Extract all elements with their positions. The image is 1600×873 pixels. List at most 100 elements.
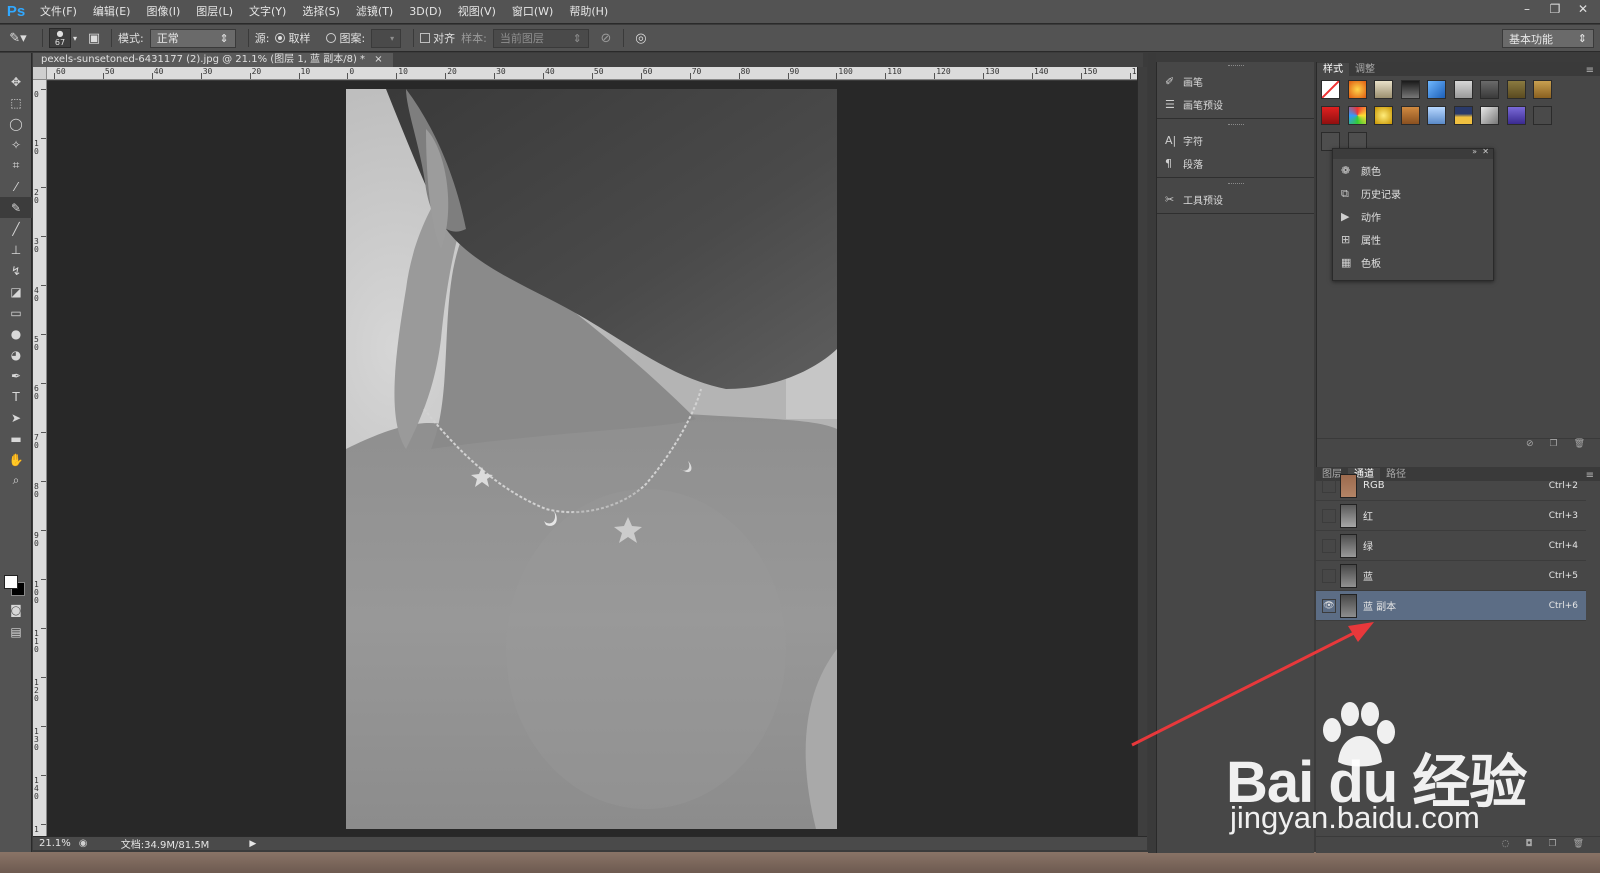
style-swatch[interactable] xyxy=(1453,80,1473,99)
sampled-radio[interactable] xyxy=(275,33,286,43)
panel-color[interactable]: ❁ 颜色 xyxy=(1333,159,1493,182)
healing-brush-tool-icon[interactable]: ✎ xyxy=(0,197,32,218)
pattern-picker[interactable]: ▾ xyxy=(371,28,402,48)
style-swatch[interactable] xyxy=(1533,106,1552,125)
style-swatch[interactable] xyxy=(1427,106,1446,125)
style-swatch[interactable] xyxy=(1480,80,1499,99)
panel-character[interactable]: A| 字符 xyxy=(1157,129,1314,152)
visibility-toggle[interactable] xyxy=(1322,478,1336,493)
style-swatch[interactable] xyxy=(1506,80,1526,99)
aligned-checkbox[interactable] xyxy=(420,33,431,43)
vertical-scrollbar[interactable] xyxy=(1137,67,1147,836)
ruler-origin[interactable] xyxy=(33,67,47,80)
restore-icon[interactable]: ❐ xyxy=(1542,0,1568,20)
close-icon[interactable]: ✕ xyxy=(1570,0,1596,20)
menu-file[interactable]: 文件(F) xyxy=(32,0,85,24)
menu-3d[interactable]: 3D(D) xyxy=(401,0,450,24)
crop-tool-icon[interactable]: ⌗ xyxy=(0,155,32,176)
zoom-tool-icon[interactable]: ⌕ xyxy=(0,470,32,491)
menu-filter[interactable]: 滤镜(T) xyxy=(348,0,401,24)
floating-panel-header[interactable]: » ✕ xyxy=(1333,147,1493,159)
menu-image[interactable]: 图像(I) xyxy=(138,0,188,24)
style-swatch[interactable] xyxy=(1506,106,1526,125)
close-panel-icon[interactable]: ✕ xyxy=(1482,147,1489,156)
brush-tool-icon[interactable]: ╱ xyxy=(0,218,32,239)
lasso-tool-icon[interactable]: ◯ xyxy=(0,113,32,134)
brush-size-picker[interactable]: ● 67 ▾ xyxy=(49,25,77,52)
eyedropper-tool-icon[interactable]: ⁄ xyxy=(0,176,32,197)
shape-tool-icon[interactable]: ▬ xyxy=(0,428,32,449)
load-selection-icon[interactable]: ◌ xyxy=(1502,839,1510,849)
collapse-panel-icon[interactable]: » xyxy=(1472,147,1477,156)
panel-swatches[interactable]: ▦ 色板 xyxy=(1333,251,1493,274)
tab-adjustments[interactable]: 调整 xyxy=(1349,63,1381,76)
delete-style-icon[interactable]: 🗑 xyxy=(1574,439,1585,452)
history-brush-tool-icon[interactable]: ↯ xyxy=(0,260,32,281)
new-channel-icon[interactable]: ❐ xyxy=(1548,839,1556,849)
healing-brush-tool-icon[interactable]: ✎▾ xyxy=(0,27,36,49)
foreground-color-swatch[interactable] xyxy=(4,575,18,589)
style-swatch[interactable] xyxy=(1347,80,1367,99)
minimize-icon[interactable]: – xyxy=(1514,0,1540,20)
stamp-tool-icon[interactable]: ⊥ xyxy=(0,239,32,260)
delete-channel-icon[interactable]: 🗑 xyxy=(1573,839,1584,849)
eraser-tool-icon[interactable]: ◪ xyxy=(0,281,32,302)
quick-mask-icon[interactable]: ◙ xyxy=(0,599,32,620)
path-select-tool-icon[interactable]: ➤ xyxy=(0,407,32,428)
visibility-toggle[interactable] xyxy=(1322,538,1336,553)
panel-properties[interactable]: ⊞ 属性 xyxy=(1333,228,1493,251)
tools-grip[interactable] xyxy=(0,53,31,71)
status-menu-icon[interactable]: ◉ xyxy=(79,838,93,849)
channel-row-rgb[interactable]: RGB Ctrl+2 xyxy=(1316,471,1586,501)
panel-grip[interactable] xyxy=(1157,121,1314,129)
style-swatch[interactable] xyxy=(1321,106,1340,125)
panel-actions[interactable]: ▶ 动作 xyxy=(1333,205,1493,228)
ignore-adjustment-icon[interactable]: ⊘ xyxy=(595,27,617,49)
visibility-toggle[interactable] xyxy=(1322,568,1336,583)
pattern-radio[interactable] xyxy=(326,33,337,43)
style-swatch[interactable] xyxy=(1374,106,1393,125)
blur-tool-icon[interactable]: ● xyxy=(0,323,32,344)
panel-tool-presets[interactable]: ✂ 工具预设 xyxy=(1157,188,1314,211)
panel-menu-icon[interactable]: ≡ xyxy=(1586,65,1600,76)
tab-styles[interactable]: 样式 xyxy=(1317,63,1349,76)
hand-tool-icon[interactable]: ✋ xyxy=(0,449,32,470)
menu-view[interactable]: 视图(V) xyxy=(450,0,504,24)
style-swatch[interactable] xyxy=(1374,80,1393,99)
panel-brush-presets[interactable]: ☰ 画笔预设 xyxy=(1157,93,1314,116)
visibility-toggle[interactable] xyxy=(1322,508,1336,523)
screen-mode-icon[interactable]: ▤ xyxy=(0,621,32,642)
zoom-level[interactable]: 21.1% xyxy=(33,838,79,849)
channel-row-red[interactable]: 红 Ctrl+3 xyxy=(1316,501,1586,531)
clone-source-icon[interactable]: ▣ xyxy=(83,27,105,49)
menu-help[interactable]: 帮助(H) xyxy=(561,0,616,24)
menu-type[interactable]: 文字(Y) xyxy=(241,0,294,24)
panel-grip[interactable] xyxy=(1157,180,1314,188)
panel-history[interactable]: ⧉ 历史记录 xyxy=(1333,182,1493,205)
horizontal-ruler[interactable]: 60 50 40 30 20 10 0 10 20 30 40 50 60 70 80 90 100 110 120… xyxy=(47,67,1137,80)
panel-menu-icon[interactable]: ≡ xyxy=(1586,470,1600,481)
style-swatch[interactable] xyxy=(1347,106,1367,125)
style-swatch[interactable] xyxy=(1400,80,1420,99)
style-swatch[interactable] xyxy=(1400,106,1420,125)
vertical-ruler[interactable]: 0 10 20 30 40 50 60 70 80 90 100 110 120 130 140 1 xyxy=(33,80,47,836)
channel-row-blue-copy[interactable]: 👁 蓝 副本 Ctrl+6 xyxy=(1316,591,1586,621)
channel-row-blue[interactable]: 蓝 Ctrl+5 xyxy=(1316,561,1586,591)
sample-select[interactable]: 当前图层 ⇕ xyxy=(492,28,589,48)
channel-row-green[interactable]: 绿 Ctrl+4 xyxy=(1316,531,1586,561)
marquee-tool-icon[interactable]: ⬚ xyxy=(0,92,32,113)
mode-select[interactable]: 正常 ⇕ xyxy=(149,28,236,48)
dodge-tool-icon[interactable]: ◕ xyxy=(0,344,32,365)
panel-brush[interactable]: ✐ 画笔 xyxy=(1157,70,1314,93)
status-arrow-icon[interactable]: ▶ xyxy=(249,839,256,849)
new-style-icon[interactable]: ❐ xyxy=(1549,439,1557,452)
panel-grip[interactable] xyxy=(1157,62,1314,70)
type-tool-icon[interactable]: T xyxy=(0,386,32,407)
eye-icon[interactable]: 👁 xyxy=(1322,598,1336,613)
style-swatch[interactable] xyxy=(1453,106,1473,125)
menu-select[interactable]: 选择(S) xyxy=(294,0,348,24)
save-selection-icon[interactable]: ◘ xyxy=(1525,839,1532,849)
pen-tool-icon[interactable]: ✒ xyxy=(0,365,32,386)
close-tab-icon[interactable]: × xyxy=(374,54,382,65)
photo-woman-back-grayscale[interactable] xyxy=(346,89,837,829)
